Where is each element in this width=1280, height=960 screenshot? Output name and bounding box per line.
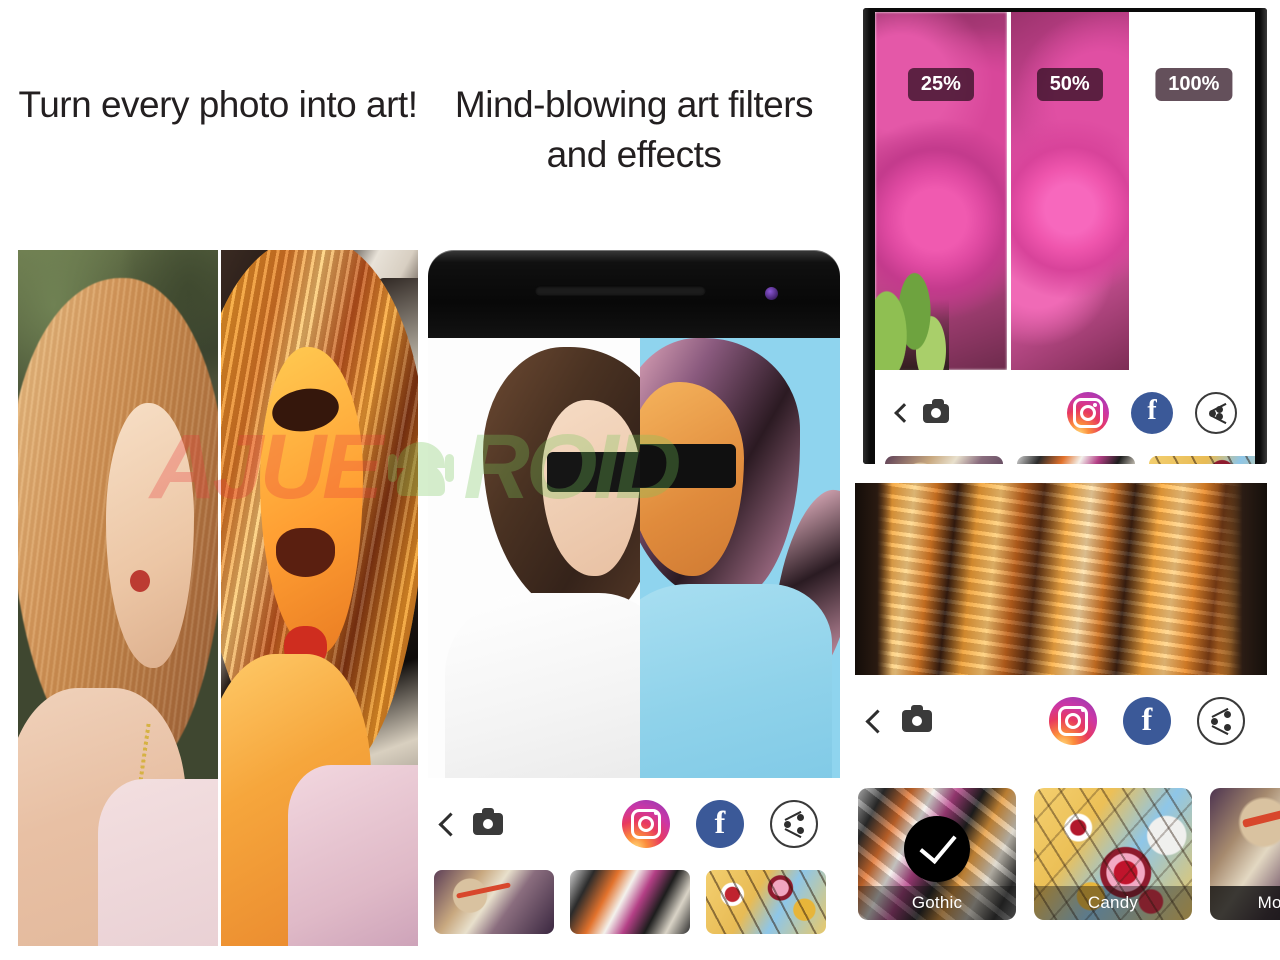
phone-bezel-top	[428, 250, 840, 338]
camera-icon[interactable]	[902, 705, 932, 732]
photo-filtered-half	[640, 338, 840, 778]
shirt-region	[287, 765, 418, 946]
hair-region	[855, 483, 1267, 675]
filter-card-label-bar: Candy	[1034, 886, 1192, 920]
filter-card-strip[interactable]: Gothic Candy Monono	[858, 788, 1280, 936]
before-after-portrait	[18, 250, 418, 946]
share-icon[interactable]	[1197, 697, 1245, 745]
filter-card-label: Gothic	[911, 893, 963, 912]
filter-thumbnail[interactable]	[706, 870, 826, 934]
device-screenshot-card: 25% 50% 100% f	[863, 8, 1267, 464]
device-bezel-right	[1255, 8, 1267, 464]
intensity-badge: 25%	[907, 68, 974, 101]
intensity-badge: 100%	[1155, 68, 1233, 101]
intensity-pane-100[interactable]: 100%	[1128, 12, 1255, 370]
shirt-region	[444, 593, 640, 778]
filter-card-gothic[interactable]: Gothic	[858, 788, 1016, 920]
sunglasses-region	[546, 452, 640, 492]
back-chevron-icon[interactable]	[865, 708, 890, 734]
share-toolbar: f	[428, 778, 840, 870]
filter-card-candy[interactable]: Candy	[1034, 788, 1192, 920]
phone-mockup: f	[424, 250, 844, 934]
camera-icon[interactable]	[473, 808, 503, 835]
facebook-icon[interactable]: f	[1131, 392, 1173, 434]
filter-card-label-bar: Gothic	[858, 886, 1016, 920]
back-chevron-icon[interactable]	[438, 811, 463, 837]
front-camera-icon	[765, 286, 778, 300]
filter-thumbnail-strip[interactable]	[875, 456, 1255, 464]
device-screen: 25% 50% 100% f	[875, 12, 1255, 464]
filtered-hair-preview	[855, 483, 1267, 675]
camera-icon[interactable]	[923, 398, 949, 423]
share-icon[interactable]	[1195, 392, 1237, 434]
shirt-region	[640, 584, 832, 778]
intensity-pane-25[interactable]: 25%	[875, 12, 1007, 370]
instagram-icon[interactable]	[1049, 697, 1097, 745]
filter-card-mononoke[interactable]: Monono	[1210, 788, 1280, 920]
instagram-icon[interactable]	[622, 800, 670, 848]
filter-card-label: Monono	[1257, 893, 1280, 912]
intensity-preview-row: 25% 50% 100%	[875, 12, 1255, 370]
photo-original-half	[428, 338, 640, 778]
share-icon[interactable]	[770, 800, 818, 848]
portrait-filtered	[218, 250, 418, 946]
selected-check-icon	[904, 815, 970, 882]
filter-card-label: Candy	[1087, 893, 1139, 912]
filter-thumbnail[interactable]	[1017, 456, 1135, 464]
foliage-region	[875, 262, 949, 370]
shirt-region	[98, 778, 218, 946]
earpiece-speaker-icon	[535, 285, 706, 295]
background-left	[855, 483, 893, 675]
page-title-left: Turn every photo into art!	[18, 84, 418, 125]
filter-thumbnail[interactable]	[434, 870, 554, 934]
intensity-pane-50[interactable]: 50%	[1006, 12, 1129, 370]
device-bezel-left	[863, 8, 875, 464]
filter-thumbnail[interactable]	[885, 456, 1003, 464]
share-toolbar: f	[855, 685, 1267, 757]
phone-screen	[428, 338, 840, 778]
filter-card-label-bar: Monono	[1210, 886, 1280, 920]
promo-screenshot: Turn every photo into art! Mind-blowing …	[0, 0, 1280, 960]
eye-region	[276, 528, 336, 578]
filter-thumbnail[interactable]	[1149, 456, 1255, 464]
filter-thumbnail[interactable]	[570, 870, 690, 934]
portrait-original	[18, 250, 218, 946]
share-toolbar: f	[875, 370, 1255, 456]
intensity-badge: 50%	[1036, 68, 1103, 101]
background-right	[1217, 483, 1267, 675]
facebook-icon[interactable]: f	[1123, 697, 1171, 745]
facebook-icon[interactable]: f	[696, 800, 744, 848]
sunglasses-region	[640, 443, 736, 488]
instagram-icon[interactable]	[1067, 392, 1109, 434]
back-chevron-icon[interactable]	[894, 403, 914, 423]
filter-thumbnail-strip[interactable]	[428, 870, 840, 940]
page-title-center: Mind-blowing art filters and effects	[454, 84, 814, 175]
